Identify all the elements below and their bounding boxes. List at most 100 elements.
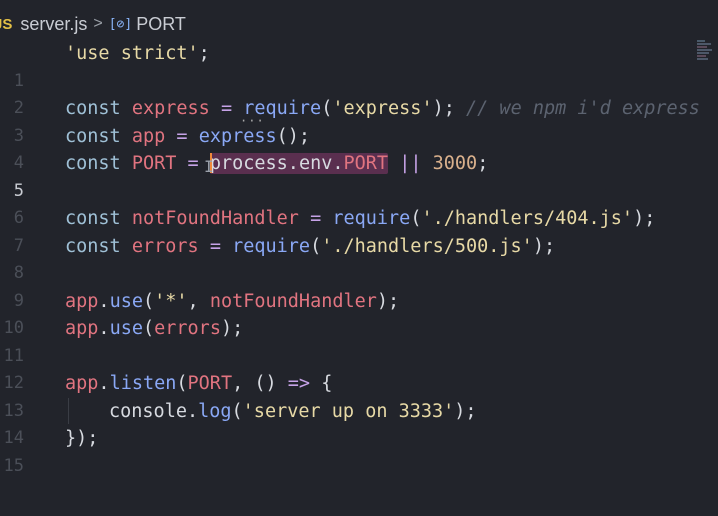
punctuation: (	[310, 235, 322, 257]
minimap-line	[697, 55, 706, 57]
punctuation: ;	[198, 43, 210, 64]
chevron-right-icon: >	[93, 15, 103, 32]
code-line[interactable]: 11 app.use(errors);	[0, 315, 700, 366]
code-line[interactable]: 3 const express = require('express'); //…	[0, 95, 700, 146]
punctuation: );	[454, 400, 477, 422]
minimap-line	[697, 52, 709, 54]
punctuation: .	[98, 318, 110, 339]
minimap-line	[697, 58, 708, 60]
code-line[interactable]: 8 const errors = require('./handlers/500…	[0, 233, 700, 284]
keyword: const	[65, 125, 121, 147]
punctuation: .	[186, 400, 199, 422]
keyword: const	[65, 98, 121, 119]
breadcrumb-symbol[interactable]: PORT	[136, 14, 186, 35]
punctuation: {	[310, 373, 333, 394]
punctuation: ;	[477, 153, 489, 174]
identifier: errors	[131, 235, 199, 257]
code-line[interactable]: 15 });	[0, 425, 700, 476]
line-number: 15	[3, 455, 24, 476]
breadcrumb-file[interactable]: server.js	[20, 14, 87, 35]
string-literal: '*'	[154, 290, 188, 312]
indent-guide	[68, 398, 69, 424]
code-line[interactable]: 10 app.use('*', notFoundHandler);	[0, 288, 700, 339]
string-literal: 'server up on 3333'	[242, 400, 455, 422]
breadcrumb: JS server.js > [⊘] PORT	[0, 10, 186, 38]
function-name: require	[232, 235, 311, 257]
punctuation: (	[321, 98, 333, 119]
keyword: const	[65, 208, 121, 229]
comment: // we npm i'd express	[466, 98, 700, 119]
method-name: use	[109, 290, 143, 312]
punctuation: );	[376, 290, 400, 312]
keyword: const	[65, 153, 121, 174]
punctuation: });	[65, 428, 99, 449]
identifier: app	[131, 125, 166, 147]
punctuation: ()	[254, 373, 288, 394]
string-literal: 'express'	[332, 98, 433, 119]
object-name: process	[209, 153, 288, 174]
identifier: PORT	[187, 373, 233, 394]
punctuation: ,	[187, 290, 210, 312]
code-line[interactable]: 14 console.log('server up on 3333');	[0, 398, 700, 449]
code-line-active[interactable]: 5 const PORT = process.env.PORT || 3000;…	[0, 150, 700, 201]
operator: =	[187, 153, 199, 174]
method-name: use	[109, 318, 143, 339]
operator: =	[176, 125, 188, 147]
javascript-file-icon: JS	[0, 15, 13, 33]
string-literal: 'use strict'	[65, 43, 199, 64]
function-name: require	[332, 208, 411, 229]
property-name: PORT	[343, 153, 389, 174]
operator: =>	[287, 373, 311, 394]
operator: =	[209, 235, 221, 257]
punctuation: );	[532, 235, 556, 257]
punctuation: .	[287, 153, 299, 174]
code-editor[interactable]: JS server.js > [⊘] PORT 1 'use strict'; …	[0, 0, 718, 516]
code-line[interactable]: 2	[0, 68, 700, 118]
punctuation: ();	[276, 125, 311, 147]
minimap-line	[697, 43, 711, 45]
object-name: app	[65, 318, 99, 339]
string-literal: './handlers/404.js'	[421, 208, 634, 229]
code-line[interactable]: 1 'use strict';	[0, 40, 700, 91]
method-name: log	[198, 400, 232, 422]
punctuation: (	[231, 400, 243, 422]
punctuation: );	[432, 98, 455, 119]
minimap-line	[697, 40, 705, 42]
punctuation: (	[142, 318, 155, 339]
punctuation: .	[98, 290, 110, 312]
minimap-line	[697, 46, 707, 48]
object-name: console	[109, 400, 187, 422]
minimap-line	[697, 49, 712, 51]
number-literal: 3000	[432, 153, 478, 174]
operator: ||	[399, 153, 422, 174]
identifier: errors	[154, 318, 221, 339]
punctuation: (	[176, 373, 188, 394]
property-name: env	[298, 153, 333, 174]
code-area[interactable]: 1 'use strict'; 2 3 const express = requ…	[0, 40, 700, 476]
code-line[interactable]: 13 app.listen(PORT, () => {	[0, 370, 700, 421]
identifier: notFoundHandler	[209, 290, 377, 312]
minimap[interactable]	[697, 40, 715, 70]
operator: =	[220, 98, 233, 119]
operator: =	[310, 208, 322, 229]
code-line[interactable]: 12	[0, 343, 700, 393]
variable-symbol-icon: [⊘]	[108, 16, 133, 32]
punctuation: );	[633, 208, 656, 229]
code-line[interactable]: 6	[0, 178, 700, 228]
string-literal: './handlers/500.js'	[321, 235, 533, 257]
identifier: express	[131, 98, 210, 119]
punctuation: .	[98, 373, 110, 394]
punctuation: (	[410, 208, 422, 229]
code-line[interactable]: 7 const notFoundHandler = require('./han…	[0, 205, 700, 256]
code-line[interactable]: 9	[0, 260, 700, 311]
punctuation: );	[220, 318, 244, 339]
object-name: app	[65, 290, 99, 312]
identifier: notFoundHandler	[131, 208, 299, 229]
function-name: express	[198, 125, 277, 147]
code-line[interactable]: 4 const app = express();	[0, 123, 700, 174]
identifier: PORT	[131, 153, 177, 174]
keyword: const	[65, 235, 121, 257]
punctuation: .	[332, 153, 344, 174]
object-name: app	[65, 373, 99, 394]
punctuation: (	[142, 290, 155, 312]
